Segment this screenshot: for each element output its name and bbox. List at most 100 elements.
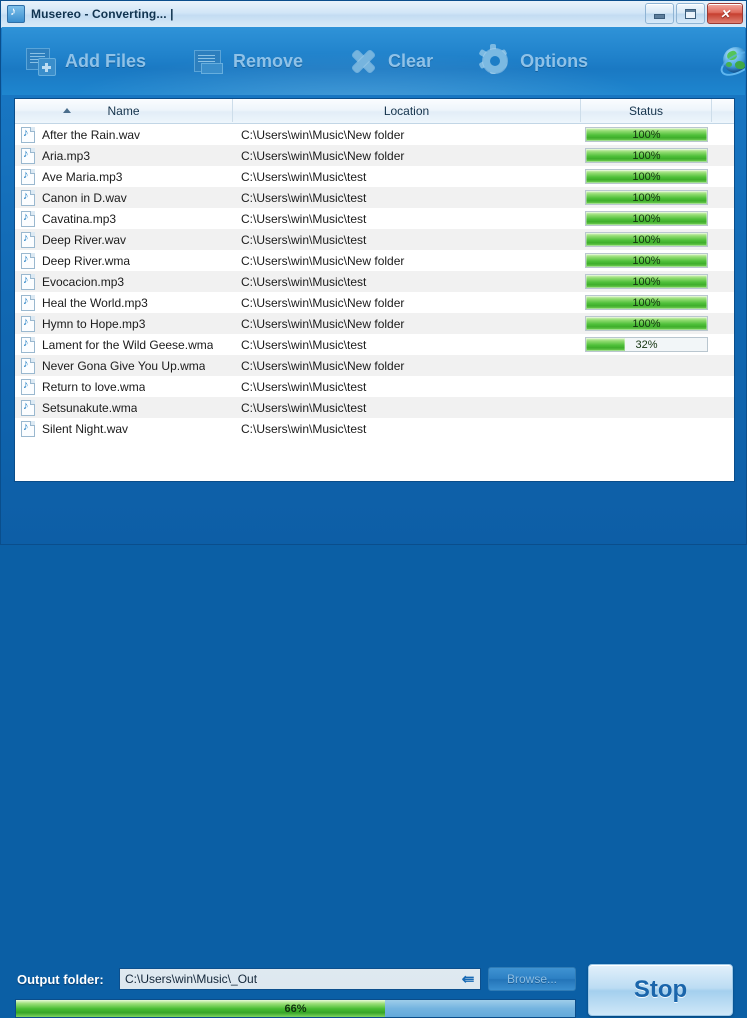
file-name-label: Never Gona Give You Up.wma [42, 358, 206, 373]
file-location-cell: C:\Users\win\Music\New folder [233, 252, 581, 270]
window-controls: ✕ [645, 3, 743, 24]
row-progress-text: 100% [632, 191, 661, 204]
table-row[interactable]: Silent Night.wav C:\Users\win\Music\test [15, 418, 734, 439]
row-progress-text: 100% [632, 128, 661, 141]
file-name-cell: Canon in D.wav [15, 189, 233, 206]
file-list-header: Name Location Status [15, 99, 734, 124]
music-file-icon [21, 315, 35, 332]
table-row[interactable]: Never Gona Give You Up.wma C:\Users\win\M… [15, 355, 734, 376]
minimize-button[interactable] [645, 3, 674, 24]
clear-label: Clear [388, 50, 434, 71]
options-label: Options [520, 50, 589, 71]
table-row[interactable]: Evocacion.mp3 C:\Users\win\Music\test 100% [15, 271, 734, 292]
music-file-icon [21, 252, 35, 269]
file-location-cell: C:\Users\win\Music\New folder [233, 315, 581, 333]
file-name-cell: Aria.mp3 [15, 147, 233, 164]
file-location-label: C:\Users\win\Music\test [241, 421, 367, 436]
file-status-cell: 100% [581, 316, 712, 331]
row-progress-bar: 100% [585, 232, 708, 247]
column-header-name[interactable]: Name [15, 99, 233, 122]
file-location-cell: C:\Users\win\Music\test [233, 231, 581, 249]
file-name-cell: Ave Maria.mp3 [15, 168, 233, 185]
file-location-label: C:\Users\win\Music\test [241, 169, 367, 184]
add-files-button[interactable]: Add Files [16, 32, 154, 90]
file-list: Name Location Status After the Rain.wav C… [14, 98, 735, 482]
file-location-label: C:\Users\win\Music\test [241, 379, 367, 394]
table-row[interactable]: Aria.mp3 C:\Users\win\Music\New folder 100… [15, 145, 734, 166]
close-icon: ✕ [719, 6, 731, 21]
clear-button[interactable]: Clear [339, 32, 441, 90]
row-progress-text: 100% [632, 212, 661, 225]
row-progress-bar: 100% [585, 169, 708, 184]
output-folder-field[interactable]: C:\Users\win\Music\_Out ⇚ [119, 968, 481, 990]
file-location-cell: C:\Users\win\Music\test [233, 168, 581, 186]
file-name-cell: Lament for the Wild Geese.wma [15, 336, 233, 353]
file-location-label: C:\Users\win\Music\test [241, 274, 367, 289]
file-name-cell: Cavatina.mp3 [15, 210, 233, 227]
table-row[interactable]: Deep River.wma C:\Users\win\Music\New fol… [15, 250, 734, 271]
file-name-cell: Silent Night.wav [15, 420, 233, 437]
file-status-cell: 100% [581, 295, 712, 310]
website-button[interactable]: Website [711, 32, 745, 90]
file-name-cell: Deep River.wav [15, 231, 233, 248]
file-location-label: C:\Users\win\Music\New folder [241, 253, 405, 268]
file-status-cell: 32% [581, 337, 712, 352]
table-row[interactable]: Setsunakute.wma C:\Users\win\Music\test [15, 397, 734, 418]
app-music-note-icon [7, 4, 25, 23]
row-progress-bar: 100% [585, 295, 708, 310]
browse-label: Browse... [506, 972, 557, 986]
output-folder-value: C:\Users\win\Music\_Out [125, 972, 258, 986]
table-row[interactable]: Return to love.wma C:\Users\win\Music\tes… [15, 376, 734, 397]
file-name-cell: Heal the World.mp3 [15, 294, 233, 311]
file-name-label: Lament for the Wild Geese.wma [42, 337, 214, 352]
file-status-cell: 100% [581, 211, 712, 226]
browse-button[interactable]: Browse... [488, 967, 576, 991]
row-progress-bar: 100% [585, 148, 708, 163]
column-header-location[interactable]: Location [233, 99, 581, 122]
row-progress-bar: 100% [585, 127, 708, 142]
file-location-label: C:\Users\win\Music\test [241, 232, 367, 247]
file-location-cell: C:\Users\win\Music\test [233, 273, 581, 291]
column-header-status[interactable]: Status [581, 99, 712, 122]
file-status-cell: 100% [581, 127, 712, 142]
file-name-label: Return to love.wma [42, 379, 146, 394]
file-location-cell: C:\Users\win\Music\test [233, 399, 581, 417]
file-name-label: Hymn to Hope.mp3 [42, 316, 146, 331]
table-row[interactable]: Lament for the Wild Geese.wma C:\Users\wi… [15, 334, 734, 355]
stop-label: Stop [633, 976, 688, 1003]
options-button[interactable]: Options [471, 32, 596, 90]
row-progress-bar: 32% [585, 337, 708, 352]
file-name-label: Evocacion.mp3 [42, 274, 125, 289]
remove-button[interactable]: Remove [184, 32, 311, 90]
table-row[interactable]: Ave Maria.mp3 C:\Users\win\Music\test 100% [15, 166, 734, 187]
music-file-icon [21, 210, 35, 227]
window-title: Musereo - Converting... | [31, 7, 174, 21]
table-row[interactable]: After the Rain.wav C:\Users\win\Music\New… [15, 124, 734, 145]
table-row[interactable]: Hymn to Hope.mp3 C:\Users\win\Music\New f… [15, 313, 734, 334]
file-location-cell: C:\Users\win\Music\test [233, 336, 581, 354]
music-file-icon [21, 189, 35, 206]
table-row[interactable]: Cavatina.mp3 C:\Users\win\Music\test 100% [15, 208, 734, 229]
table-row[interactable]: Canon in D.wav C:\Users\win\Music\test 100… [15, 187, 734, 208]
maximize-button[interactable] [676, 3, 705, 24]
music-file-icon [21, 336, 35, 353]
file-name-cell: Deep River.wma [15, 252, 233, 269]
dropdown-history-icon[interactable]: ⇚ [456, 969, 480, 989]
close-button[interactable]: ✕ [707, 3, 743, 24]
music-file-icon [21, 273, 35, 290]
file-location-label: C:\Users\win\Music\New folder [241, 358, 405, 373]
file-location-cell: C:\Users\win\Music\New folder [233, 357, 581, 375]
main-toolbar: Add Files Remove Clear Options Website [2, 27, 745, 95]
file-location-cell: C:\Users\win\Music\test [233, 210, 581, 228]
row-progress-text: 100% [632, 233, 661, 246]
table-row[interactable]: Deep River.wav C:\Users\win\Music\test 100… [15, 229, 734, 250]
column-header-spacer [712, 99, 733, 122]
stop-button[interactable]: Stop [588, 964, 733, 1016]
total-progress-bar: 66% [15, 999, 576, 1018]
row-progress-text: 100% [632, 254, 661, 267]
music-file-icon [21, 357, 35, 374]
file-name-label: Silent Night.wav [42, 421, 129, 436]
file-name-cell: Evocacion.mp3 [15, 273, 233, 290]
table-row[interactable]: Heal the World.mp3 C:\Users\win\Music\New… [15, 292, 734, 313]
row-progress-bar: 100% [585, 316, 708, 331]
